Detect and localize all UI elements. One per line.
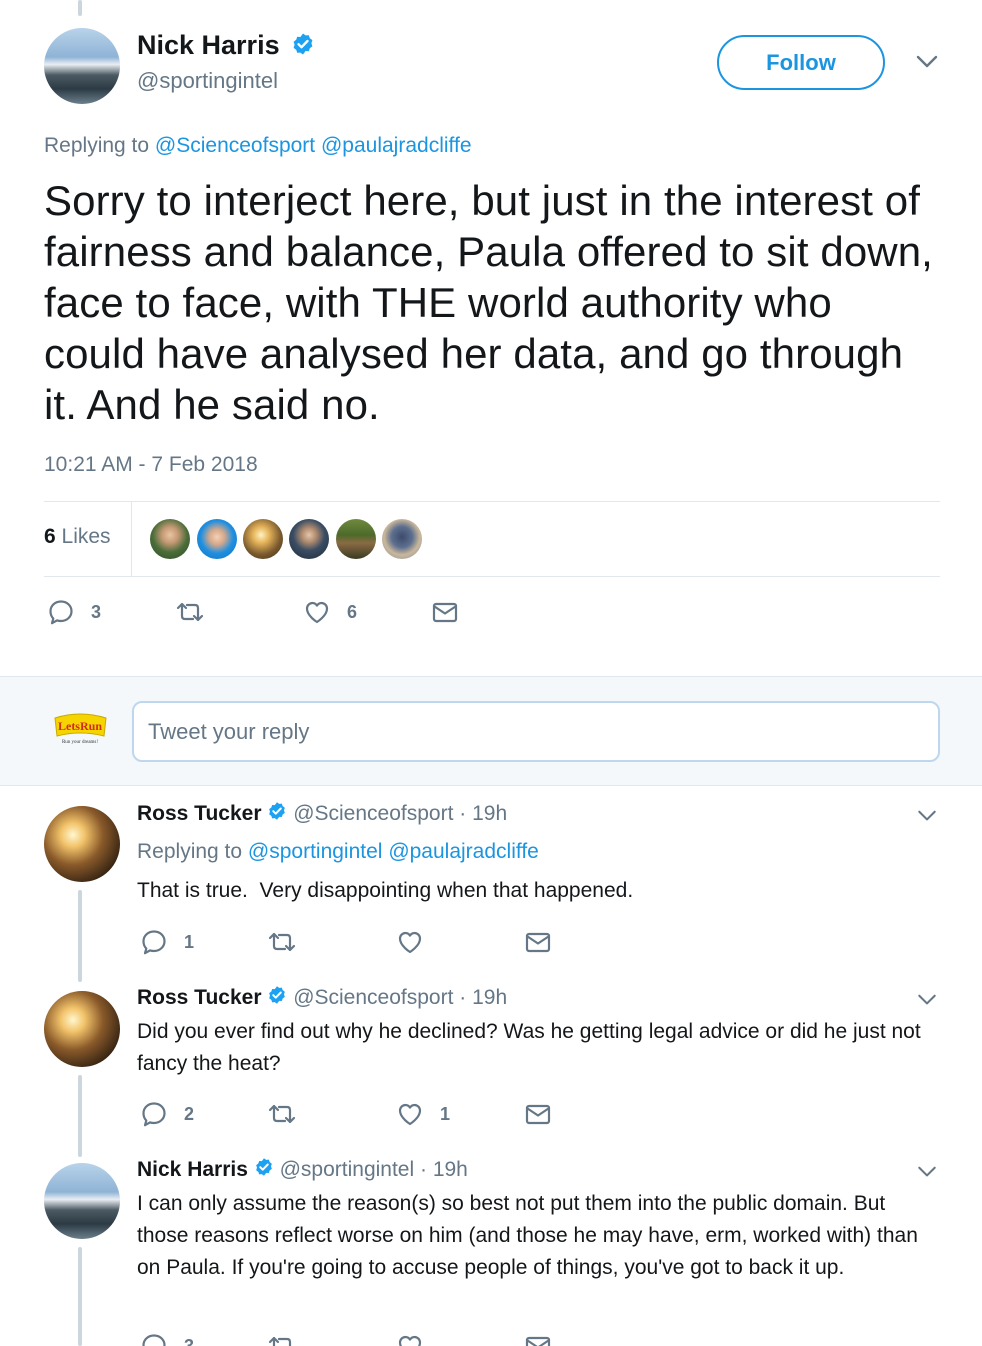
letsrun-logo[interactable]: LetsRun Run your dreams! bbox=[53, 712, 108, 746]
dm-action[interactable] bbox=[524, 1332, 552, 1346]
reply-count: 3 bbox=[184, 1335, 195, 1346]
logo-text: LetsRun bbox=[58, 719, 102, 733]
like-action[interactable] bbox=[396, 928, 424, 956]
divider bbox=[44, 576, 940, 577]
mention-link[interactable]: @Scienceofsport bbox=[155, 134, 315, 157]
replying-to-prefix: Replying to bbox=[44, 134, 150, 157]
reply-count: 3 bbox=[91, 601, 102, 622]
tweet-text: Sorry to interject here, but just in the… bbox=[44, 177, 933, 428]
chevron-down-icon[interactable] bbox=[917, 1166, 937, 1178]
mention-link[interactable]: @sportingintel bbox=[248, 840, 383, 863]
envelope-icon bbox=[432, 602, 458, 623]
reply-author-avatar[interactable] bbox=[44, 991, 120, 1067]
likes-count: 6 bbox=[44, 525, 56, 548]
liker-avatar[interactable] bbox=[150, 519, 190, 559]
likes-summary[interactable]: 6 Likes bbox=[44, 525, 111, 549]
logo-tagline: Run your dreams! bbox=[62, 740, 98, 745]
reply-count: 1 bbox=[184, 931, 195, 952]
dm-action[interactable] bbox=[524, 928, 552, 956]
author-handle[interactable]: @sportingintel bbox=[137, 68, 278, 94]
retweet-icon bbox=[268, 1104, 296, 1124]
reply-icon bbox=[49, 600, 73, 625]
reply-icon bbox=[142, 1334, 166, 1346]
thread-line bbox=[78, 1247, 82, 1346]
reply-time[interactable]: · 19h bbox=[420, 1158, 468, 1181]
replying-to: Replying to @Scienceofsport @paulajradcl… bbox=[44, 134, 472, 158]
reply-action[interactable]: 1 bbox=[140, 928, 194, 956]
retweet-icon bbox=[268, 1336, 292, 1346]
reply-author-handle[interactable]: @sportingintel bbox=[280, 1158, 415, 1181]
retweet-action[interactable] bbox=[266, 1332, 298, 1346]
envelope-icon bbox=[525, 1104, 551, 1125]
reply-time[interactable]: · 19h bbox=[459, 986, 507, 1009]
dm-action[interactable] bbox=[431, 598, 459, 626]
thread-line-top bbox=[78, 0, 82, 16]
reply-action[interactable]: 2 bbox=[140, 1100, 194, 1128]
envelope-icon bbox=[525, 1336, 551, 1346]
reply-header: Nick Harris @sportingintel · 19h bbox=[137, 1158, 468, 1182]
like-action[interactable]: 6 bbox=[303, 598, 357, 626]
retweet-icon bbox=[176, 602, 204, 622]
reply-header: Ross Tucker @Scienceofsport · 19h bbox=[137, 802, 507, 826]
reply-icon bbox=[142, 1102, 166, 1127]
author-avatar[interactable] bbox=[44, 28, 120, 104]
envelope-icon bbox=[525, 932, 551, 953]
reply-author-name[interactable]: Ross Tucker bbox=[137, 802, 262, 825]
thread-line bbox=[78, 890, 82, 982]
retweet-action[interactable] bbox=[266, 928, 298, 956]
replying-to-prefix: Replying to bbox=[137, 840, 243, 863]
reply-author-name[interactable]: Ross Tucker bbox=[137, 986, 262, 1009]
liker-avatar[interactable] bbox=[336, 519, 376, 559]
replying-to: Replying to @sportingintel @paulajradcli… bbox=[137, 840, 539, 864]
retweet-action[interactable] bbox=[174, 598, 206, 626]
likes-divider bbox=[131, 502, 132, 576]
liker-avatar[interactable] bbox=[243, 519, 283, 559]
thread-line bbox=[78, 1075, 82, 1157]
like-count: 6 bbox=[347, 601, 358, 622]
dm-action[interactable] bbox=[524, 1100, 552, 1128]
liker-avatar[interactable] bbox=[382, 519, 422, 559]
retweet-action[interactable] bbox=[266, 1100, 298, 1128]
retweet-icon bbox=[268, 932, 296, 952]
heart-icon bbox=[398, 1103, 422, 1126]
verified-badge-icon bbox=[269, 802, 286, 821]
mention-link[interactable]: @paulajradcliffe bbox=[388, 840, 539, 863]
author-name-row[interactable]: Nick Harris bbox=[137, 30, 315, 61]
chevron-down-icon[interactable] bbox=[916, 55, 938, 69]
reply-action[interactable]: 3 bbox=[47, 598, 101, 626]
like-action[interactable]: 1 bbox=[396, 1100, 450, 1128]
verified-badge-icon bbox=[269, 986, 286, 1005]
heart-icon bbox=[398, 931, 422, 954]
reply-text: Did you ever find out why he declined? W… bbox=[137, 1020, 921, 1075]
verified-badge-icon bbox=[255, 1158, 272, 1177]
likes-label: Likes bbox=[61, 525, 111, 548]
reply-author-avatar[interactable] bbox=[44, 1163, 120, 1239]
reply-text: That is true. Very disappointing when th… bbox=[137, 879, 634, 902]
follow-button[interactable]: Follow bbox=[717, 35, 885, 90]
reply-icon bbox=[142, 930, 166, 955]
divider bbox=[44, 501, 940, 502]
verified-badge-icon bbox=[293, 33, 313, 55]
like-action[interactable] bbox=[396, 1332, 424, 1346]
author-name[interactable]: Nick Harris bbox=[137, 30, 280, 60]
tweet-timestamp[interactable]: 10:21 AM - 7 Feb 2018 bbox=[44, 453, 258, 477]
reply-time[interactable]: · 19h bbox=[459, 802, 507, 825]
reply-author-handle[interactable]: @Scienceofsport bbox=[293, 986, 453, 1009]
liker-avatar[interactable] bbox=[289, 519, 329, 559]
reply-author-avatar[interactable] bbox=[44, 806, 120, 882]
reply-author-name[interactable]: Nick Harris bbox=[137, 1158, 248, 1181]
reply-count: 2 bbox=[184, 1103, 195, 1124]
reply-input[interactable]: Tweet your reply bbox=[132, 701, 940, 762]
chevron-down-icon[interactable] bbox=[917, 994, 937, 1006]
like-count: 1 bbox=[440, 1103, 451, 1124]
reply-author-handle[interactable]: @Scienceofsport bbox=[293, 802, 453, 825]
heart-icon bbox=[305, 601, 329, 624]
reply-header: Ross Tucker @Scienceofsport · 19h bbox=[137, 986, 507, 1010]
mention-link[interactable]: @paulajradcliffe bbox=[321, 134, 472, 157]
chevron-down-icon[interactable] bbox=[917, 810, 937, 822]
reply-text: I can only assume the reason(s) so best … bbox=[137, 1192, 918, 1279]
reply-action[interactable]: 3 bbox=[140, 1332, 194, 1346]
liker-avatar[interactable] bbox=[197, 519, 237, 559]
heart-icon bbox=[398, 1335, 422, 1346]
